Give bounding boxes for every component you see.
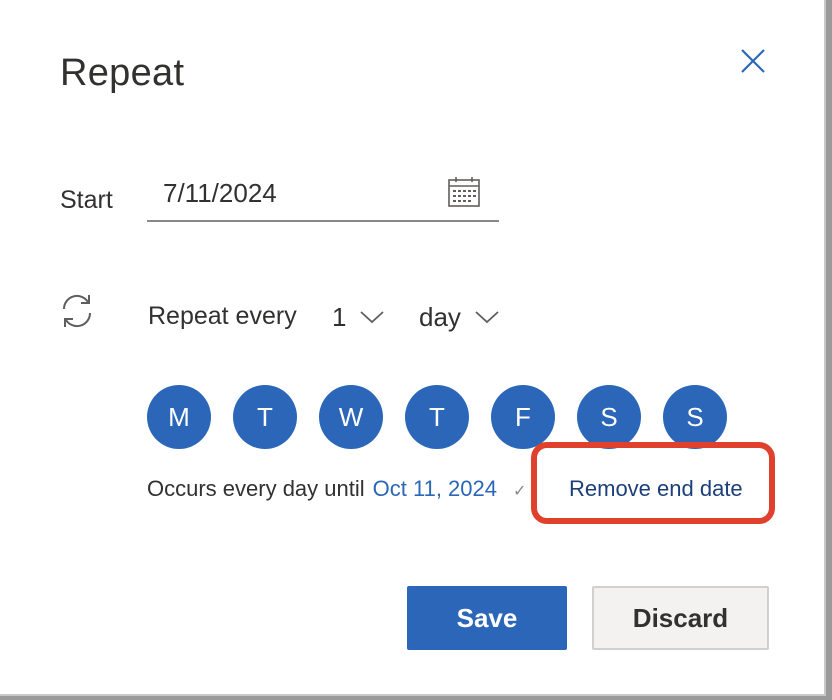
day-toggle-tuesday[interactable]: T: [233, 385, 297, 449]
repeat-icon: [58, 292, 96, 330]
save-button[interactable]: Save: [407, 586, 567, 650]
end-date-link[interactable]: Oct 11, 2024: [373, 476, 497, 502]
start-label: Start: [60, 186, 113, 214]
start-date-value[interactable]: 7/11/2024: [163, 178, 277, 209]
occurs-summary: Occurs every day until Oct 11, 2024 ✓: [147, 476, 526, 502]
chevron-down-icon: [360, 311, 385, 324]
day-toggle-monday[interactable]: M: [147, 385, 211, 449]
highlight-annotation: [531, 442, 775, 524]
unit-value: day: [419, 301, 461, 332]
close-icon: [741, 49, 765, 73]
repeat-every-label: Repeat every: [148, 302, 297, 330]
day-toggle-saturday[interactable]: S: [577, 385, 641, 449]
calendar-icon: [448, 177, 480, 207]
close-button[interactable]: [736, 44, 770, 78]
chevron-down-icon: [475, 311, 499, 324]
weekday-selector: M T W T F S S: [147, 385, 727, 449]
calendar-button[interactable]: [447, 176, 481, 208]
discard-button[interactable]: Discard: [592, 586, 769, 650]
day-toggle-sunday[interactable]: S: [663, 385, 727, 449]
checkmark-icon: ✓: [512, 483, 527, 500]
occurs-prefix: Occurs every day until: [147, 476, 365, 501]
start-date-field[interactable]: 7/11/2024: [147, 170, 499, 222]
interval-value: 1: [332, 301, 347, 332]
day-toggle-wednesday[interactable]: W: [319, 385, 383, 449]
dialog-title: Repeat: [60, 52, 185, 94]
window-edge-bottom: [0, 696, 832, 700]
repeat-dialog: Repeat Start 7/11/2024 Repeat every 1 da…: [0, 0, 826, 696]
window-edge-right: [826, 0, 832, 700]
day-toggle-friday[interactable]: F: [491, 385, 555, 449]
unit-dropdown[interactable]: day: [419, 300, 499, 334]
day-toggle-thursday[interactable]: T: [405, 385, 469, 449]
interval-dropdown[interactable]: 1: [332, 300, 385, 334]
